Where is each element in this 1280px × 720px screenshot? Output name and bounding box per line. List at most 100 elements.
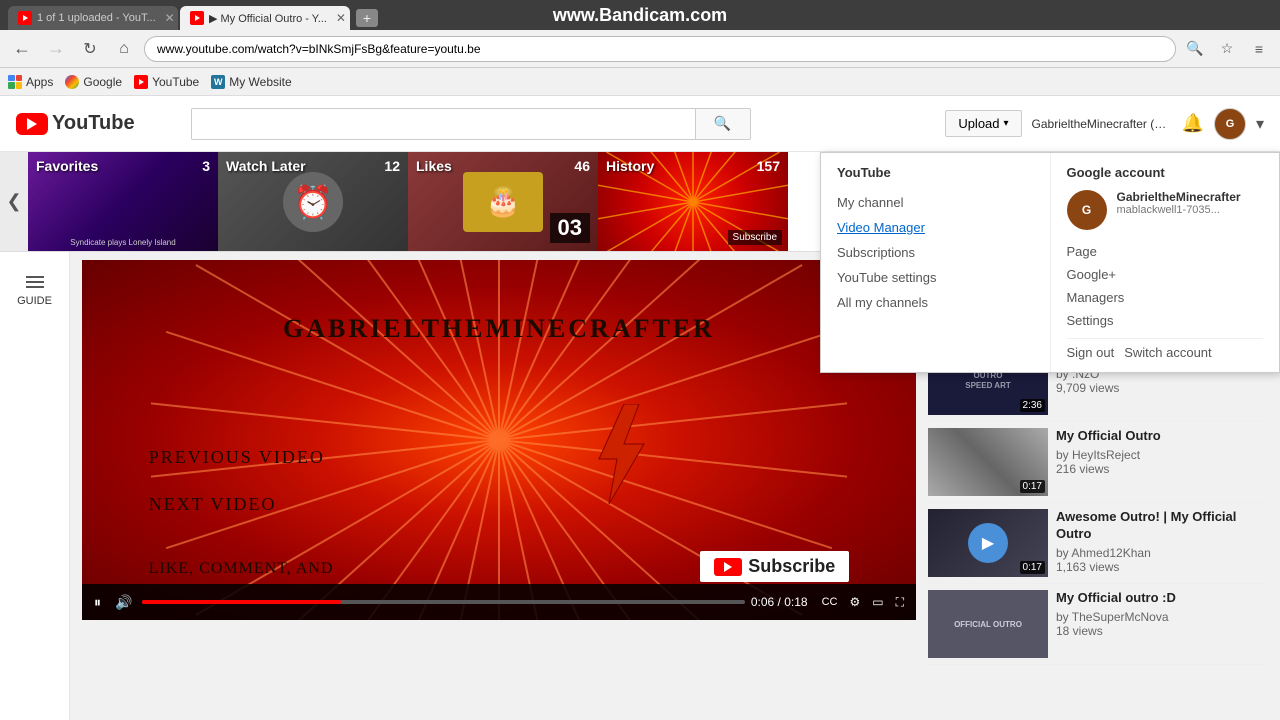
guide-label: GUIDE [17, 295, 52, 307]
progress-bar[interactable] [142, 600, 744, 604]
video-player[interactable]: GABRIELTHEMINECRAFTER Previous Video Nex… [82, 260, 916, 620]
sv2-duration: 2:36 [1020, 399, 1045, 412]
subscribe-yt-icon [714, 558, 742, 576]
tab1-label: 1 of 1 uploaded - YouT... [37, 12, 156, 24]
dropdown-my-channel[interactable]: My channel [837, 190, 1034, 215]
dropdown-avatar: G [1067, 190, 1107, 230]
dropdown-settings[interactable]: Settings [1067, 309, 1264, 332]
tab2-close[interactable]: ✕ [336, 11, 346, 25]
sv3-views: 216 views [1056, 462, 1268, 476]
progress-fill [142, 600, 341, 604]
address-bar[interactable] [144, 36, 1176, 62]
tab1[interactable]: 1 of 1 uploaded - YouT... ✕ [8, 6, 178, 30]
sv3-subtitle: by HeyItsReject [1056, 448, 1268, 462]
dropdown-user-name: GabrieltheMinecrafter [1117, 190, 1241, 204]
dropdown-switch-account[interactable]: Switch account [1124, 345, 1211, 360]
list-item[interactable]: 0:17 My Official Outro by HeyItsReject 2… [928, 422, 1268, 503]
avatar-initials: G [1226, 118, 1235, 130]
strip-item-history[interactable]: Subscribe History 157 [598, 152, 788, 251]
video-subscribe-box[interactable]: Subscribe [700, 551, 849, 582]
strip-prev-arrow[interactable]: ❮ [0, 152, 28, 251]
forward-button[interactable]: → [42, 35, 70, 63]
back-button[interactable]: ← [8, 35, 36, 63]
dropdown-subscriptions[interactable]: Subscriptions [837, 240, 1034, 265]
strip-item-likes[interactable]: 🎂 03 Likes 46 [408, 152, 598, 251]
dropdown-page[interactable]: Page [1067, 240, 1264, 263]
guide-button[interactable]: GUIDE [9, 268, 60, 315]
favorites-label: Favorites [36, 158, 98, 174]
bookmark-mywebsite[interactable]: W My Website [211, 75, 291, 89]
website-favicon: W [211, 75, 225, 89]
search-input[interactable] [191, 108, 695, 140]
cc-button[interactable]: CC [818, 594, 842, 610]
browser-tab-bar: www.Bandicam.com 1 of 1 uploaded - YouT.… [0, 0, 1280, 30]
browser-nav-bar: ← → ↻ ⌂ 🔍 ☆ ≡ [0, 30, 1280, 68]
volume-button[interactable]: 🔊 [111, 592, 136, 613]
dropdown-video-manager[interactable]: Video Manager [837, 215, 1034, 240]
yt-header: YouTube 🔍 Upload ▾ GabrieltheMinecrafter… [0, 96, 1280, 152]
user-display-name: GabrieltheMinecrafter (Gabrie... [1032, 117, 1172, 131]
tab2-favicon [190, 11, 204, 25]
theater-button[interactable]: ▭ [868, 593, 887, 611]
dropdown-user-id: mablackwell1-7035... [1117, 204, 1241, 216]
fullscreen-button[interactable]: ⛶ [892, 593, 908, 612]
yt-logo-text: YouTube [52, 112, 135, 135]
yt-page: YouTube 🔍 Upload ▾ GabrieltheMinecrafter… [0, 96, 1280, 720]
list-item[interactable]: OFFICIAL OUTRO My Official outro :D by T… [928, 584, 1268, 665]
favorites-count: 3 [202, 158, 210, 174]
new-tab-button[interactable]: + [356, 9, 378, 27]
dropdown-all-channels[interactable]: All my channels [837, 290, 1034, 315]
sv5-thumb: OFFICIAL OUTRO [928, 590, 1048, 658]
dropdown-user-info: GabrieltheMinecrafter mablackwell1-7035.… [1117, 190, 1241, 230]
account-settings-icon[interactable]: ▾ [1256, 114, 1264, 134]
controls-right: CC ⚙ ▭ ⛶ [818, 593, 908, 612]
bookmark-icon[interactable]: ☆ [1214, 36, 1240, 62]
pause-button[interactable]: ⏸ [90, 592, 105, 613]
sv3-thumb: 0:17 [928, 428, 1048, 496]
sv4-views: 1,163 views [1056, 560, 1268, 574]
account-dropdown-menu: YouTube My channel Video Manager Subscri… [820, 152, 1280, 373]
notification-bell-icon[interactable]: 🔔 [1182, 113, 1204, 134]
dropdown-google-heading: Google account [1067, 165, 1264, 180]
yt-sidebar: GUIDE [0, 252, 70, 720]
dropdown-google-plus[interactable]: Google+ [1067, 263, 1264, 286]
dropdown-yt-settings[interactable]: YouTube settings [837, 265, 1034, 290]
search-icon[interactable]: 🔍 [1182, 36, 1208, 62]
yt-logo[interactable]: YouTube [16, 112, 135, 135]
dropdown-sign-out[interactable]: Sign out [1067, 345, 1115, 360]
bookmark-google[interactable]: Google [65, 75, 122, 89]
sv4-thumb: ▶ 0:17 [928, 509, 1048, 577]
tab2[interactable]: ▶ My Official Outro - Y... ✕ [180, 6, 350, 30]
bookmark-apps[interactable]: Apps [8, 75, 53, 89]
dropdown-youtube-col: YouTube My channel Video Manager Subscri… [821, 153, 1050, 372]
bookmark-youtube[interactable]: YouTube [134, 75, 199, 89]
reload-button[interactable]: ↻ [76, 35, 104, 63]
tab1-close[interactable]: ✕ [165, 11, 175, 25]
search-button[interactable]: 🔍 [695, 108, 751, 140]
video-prev-label: Previous Video [149, 447, 325, 468]
upload-label: Upload [958, 116, 999, 131]
sv5-title: My Official outro :D [1056, 590, 1268, 607]
upload-arrow-icon: ▾ [1004, 118, 1009, 129]
upload-button[interactable]: Upload ▾ [945, 110, 1021, 137]
youtube-favicon [134, 75, 148, 89]
chrome-menu-icon[interactable]: ≡ [1246, 36, 1272, 62]
home-button[interactable]: ⌂ [110, 35, 138, 63]
strip-item-watchlater[interactable]: ⏰ Watch Later 12 [218, 152, 408, 251]
video-like-comment: Like, Comment, And [149, 560, 334, 578]
lightning-icon [589, 404, 649, 504]
dropdown-youtube-heading: YouTube [837, 165, 1034, 180]
video-channel-name: GABRIELTHEMINECRAFTER [283, 314, 715, 344]
google-favicon [65, 75, 79, 89]
avatar[interactable]: G [1214, 108, 1246, 140]
sv4-duration: 0:17 [1020, 561, 1045, 574]
subscribe-label: Subscribe [748, 556, 835, 577]
dropdown-google-col: Google account G GabrieltheMinecrafter m… [1050, 153, 1280, 372]
settings-button[interactable]: ⚙ [845, 593, 864, 611]
strip-item-favorites[interactable]: Syndicate plays Lonely Island Favorites … [28, 152, 218, 251]
dropdown-managers[interactable]: Managers [1067, 286, 1264, 309]
sv5-subtitle: by TheSuperMcNova [1056, 610, 1268, 624]
sv5-info: My Official outro :D by TheSuperMcNova 1… [1056, 590, 1268, 658]
guide-icon [26, 276, 44, 288]
list-item[interactable]: ▶ 0:17 Awesome Outro! | My Official Outr… [928, 503, 1268, 584]
